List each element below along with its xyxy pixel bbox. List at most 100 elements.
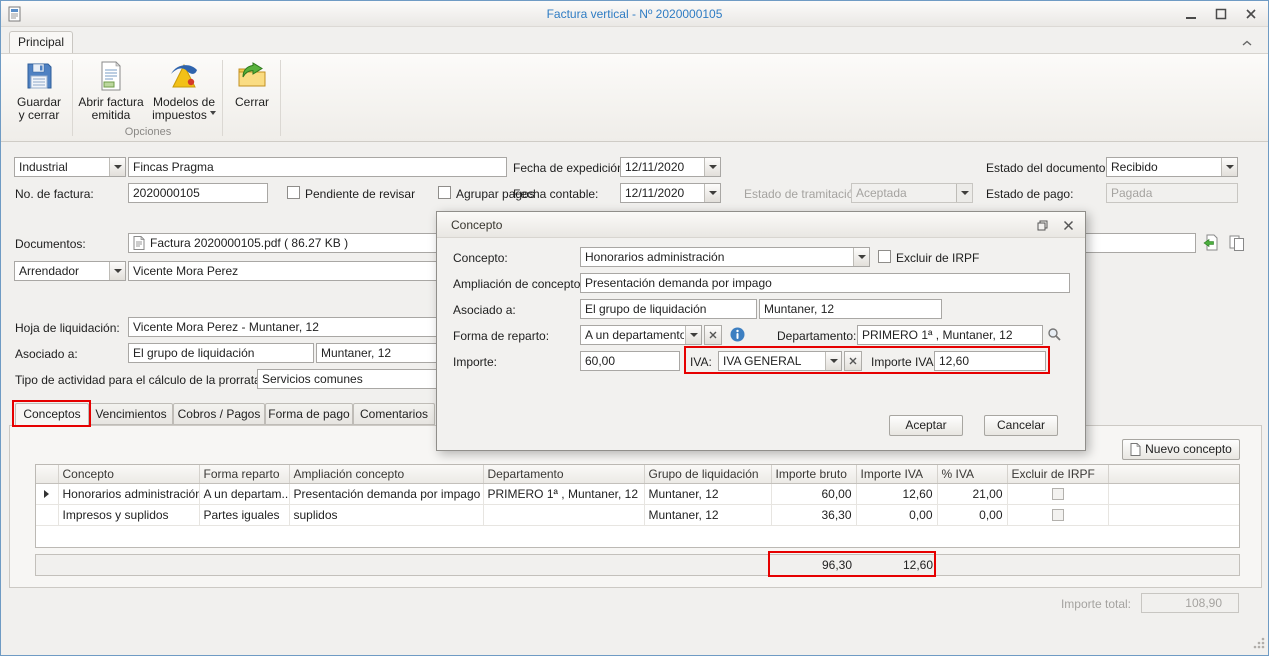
- importe-total-field: 108,90: [1141, 593, 1239, 613]
- fecha-contable-input[interactable]: 12/11/2020: [620, 183, 721, 203]
- tab-cobros-pagos[interactable]: Cobros / Pagos: [173, 403, 265, 425]
- estado-pago-field: Pagada: [1106, 183, 1238, 203]
- chevron-down-icon[interactable]: [704, 158, 720, 176]
- grid-totals-row: 96,30 12,60: [35, 554, 1240, 576]
- aceptar-button[interactable]: Aceptar: [889, 415, 963, 436]
- tax-models-button[interactable]: Modelos deimpuestos: [148, 57, 220, 123]
- save-icon: [9, 60, 69, 95]
- tipo-entidad-combo[interactable]: Industrial: [14, 157, 126, 177]
- chevron-down-icon[interactable]: [853, 248, 869, 266]
- col-header-indicator: [36, 465, 58, 483]
- dialog-close-button[interactable]: [1061, 219, 1075, 231]
- importe-iva-field[interactable]: 12,60: [934, 351, 1046, 371]
- excluir-irpf-row-checkbox[interactable]: [1052, 509, 1064, 521]
- save-and-close-button[interactable]: Guardary cerrar: [9, 57, 69, 123]
- asociado-label: Asociado a:: [15, 347, 78, 361]
- tab-conceptos[interactable]: Conceptos: [15, 403, 89, 426]
- importe-total-label: Importe total:: [1023, 597, 1131, 611]
- chevron-down-icon[interactable]: [825, 352, 841, 370]
- title-bar[interactable]: Factura vertical - Nº 2020000105: [1, 1, 1268, 27]
- grid-row[interactable]: Impresos y suplidos Partes iguales supli…: [36, 504, 1239, 525]
- hoja-liquidacion-label: Hoja de liquidación:: [15, 321, 120, 335]
- attach-document-button[interactable]: [1200, 233, 1222, 253]
- empresa-field[interactable]: Fincas Pragma: [128, 157, 507, 177]
- no-factura-field[interactable]: 2020000105: [128, 183, 268, 203]
- excluir-irpf-row-checkbox[interactable]: [1052, 488, 1064, 500]
- fecha-expedicion-input[interactable]: 12/11/2020: [620, 157, 721, 177]
- conceptos-grid: Concepto Forma reparto Ampliación concep…: [35, 464, 1240, 548]
- row-indicator-icon: [44, 490, 49, 498]
- estado-pago-label: Estado de pago:: [986, 187, 1073, 201]
- cancelar-button[interactable]: Cancelar: [984, 415, 1058, 436]
- excluir-irpf-dialog-checkbox[interactable]: [878, 250, 891, 263]
- toolbar-separator: [72, 60, 73, 136]
- estado-tramitacion-label: Estado de tramitación:: [744, 187, 863, 201]
- documentos-label: Documentos:: [15, 237, 86, 251]
- pendiente-revisar-checkbox[interactable]: [287, 186, 300, 199]
- app-icon: [7, 6, 23, 25]
- ampliacion-field[interactable]: Presentación demanda por impago: [580, 273, 1070, 293]
- chevron-down-icon[interactable]: [685, 326, 701, 344]
- dialog-title-bar[interactable]: Concepto: [437, 212, 1085, 238]
- asociado-valor-dialog-field[interactable]: Muntaner, 12: [759, 299, 942, 319]
- tipo-actividad-field[interactable]: Servicios comunes: [257, 369, 437, 389]
- asociado-grupo-dialog-field[interactable]: El grupo de liquidación: [580, 299, 757, 319]
- ribbon-collapse-icon[interactable]: [1242, 36, 1252, 50]
- col-header-departamento[interactable]: Departamento: [483, 465, 644, 483]
- ribbon-group-label: Opciones: [74, 126, 222, 138]
- fecha-contable-label: Fecha contable:: [513, 187, 598, 201]
- asociado-grupo-field[interactable]: El grupo de liquidación: [128, 343, 314, 363]
- close-button[interactable]: [1244, 8, 1258, 20]
- open-issued-invoice-button[interactable]: Abrir facturaemitida: [76, 57, 146, 123]
- col-header-grupo[interactable]: Grupo de liquidación: [644, 465, 771, 483]
- col-header-importe-iva[interactable]: Importe IVA: [856, 465, 937, 483]
- search-icon[interactable]: [1047, 327, 1062, 345]
- info-icon[interactable]: [730, 327, 745, 345]
- new-concept-button[interactable]: Nuevo concepto: [1122, 439, 1240, 460]
- concepto-combo[interactable]: Honorarios administración: [580, 247, 870, 267]
- asociado-valor-field[interactable]: Muntaner, 12: [316, 343, 437, 363]
- tab-comentarios[interactable]: Comentarios: [353, 403, 435, 425]
- ampliacion-label: Ampliación de concepto:: [453, 277, 584, 291]
- dialog-restore-button[interactable]: [1035, 219, 1049, 231]
- col-header-importe-bruto[interactable]: Importe bruto: [771, 465, 856, 483]
- dialog-title: Concepto: [451, 218, 502, 232]
- agrupar-pagos-checkbox[interactable]: [438, 186, 451, 199]
- hoja-liquidacion-field[interactable]: Vicente Mora Perez - Muntaner, 12: [128, 317, 437, 337]
- copy-document-button[interactable]: [1226, 233, 1248, 253]
- col-header-excluir-irpf[interactable]: Excluir de IRPF: [1007, 465, 1108, 483]
- clear-forma-reparto-button[interactable]: [704, 325, 722, 345]
- col-header-concepto[interactable]: Concepto: [58, 465, 199, 483]
- tab-principal[interactable]: Principal: [9, 31, 73, 54]
- application-window: Factura vertical - Nº 2020000105 Princip…: [0, 0, 1269, 656]
- col-header-filler: [1108, 465, 1239, 483]
- forma-reparto-label: Forma de reparto:: [453, 329, 549, 343]
- estado-tramitacion-combo: Aceptada: [851, 183, 973, 203]
- invoice-document-icon: [76, 60, 146, 95]
- tab-vencimientos[interactable]: Vencimientos: [89, 403, 173, 425]
- departamento-field[interactable]: PRIMERO 1ª , Muntaner, 12: [857, 325, 1043, 345]
- close-form-button[interactable]: Cerrar: [227, 57, 277, 123]
- forma-reparto-combo[interactable]: A un departamento: [580, 325, 702, 345]
- pdf-document-icon: [133, 236, 145, 253]
- chevron-down-icon[interactable]: [109, 262, 125, 280]
- toolbar-separator: [280, 60, 281, 136]
- chevron-down-icon[interactable]: [704, 184, 720, 202]
- importe-field[interactable]: 60,00: [580, 351, 680, 371]
- col-header-pct-iva[interactable]: % IVA: [937, 465, 1007, 483]
- maximize-button[interactable]: [1214, 8, 1228, 20]
- col-header-ampliacion[interactable]: Ampliación concepto: [289, 465, 483, 483]
- clear-iva-button[interactable]: [844, 351, 862, 371]
- resize-grip[interactable]: [1252, 636, 1265, 652]
- estado-documento-combo[interactable]: Recibido: [1106, 157, 1238, 177]
- tab-forma-pago[interactable]: Forma de pago: [265, 403, 353, 425]
- minimize-button[interactable]: [1184, 8, 1198, 20]
- chevron-down-icon[interactable]: [109, 158, 125, 176]
- ribbon-tab-strip: Principal: [1, 27, 1268, 53]
- arrendador-combo[interactable]: Arrendador: [14, 261, 126, 281]
- estado-documento-label: Estado del documento:: [986, 161, 1109, 175]
- chevron-down-icon[interactable]: [1221, 158, 1237, 176]
- iva-combo[interactable]: IVA GENERAL: [718, 351, 842, 371]
- col-header-forma-reparto[interactable]: Forma reparto: [199, 465, 289, 483]
- grid-row[interactable]: Honorarios administración A un departam.…: [36, 483, 1239, 504]
